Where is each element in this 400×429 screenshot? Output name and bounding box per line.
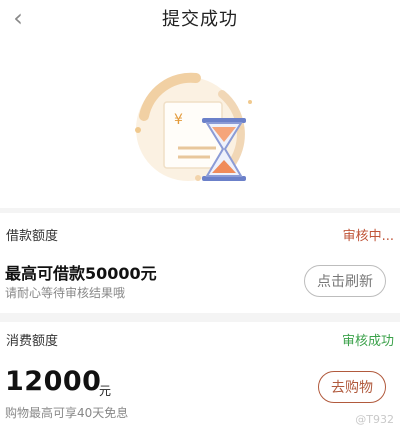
refresh-button[interactable]: 点击刷新 — [304, 265, 386, 297]
currency-symbol: ¥ — [174, 112, 183, 128]
nav-bar: ‹ 提交成功 — [0, 0, 400, 36]
loan-credit-label: 借款额度 — [6, 229, 59, 244]
loan-credit-card: 借款额度 审核中... 最高可借款50000元 请耐心等待审核结果哦 点击刷新 — [0, 213, 400, 313]
page-title: 提交成功 — [162, 9, 238, 30]
hourglass-document-illustration: ¥ — [135, 72, 252, 181]
loan-subtitle: 请耐心等待审核结果哦 — [5, 286, 126, 300]
hero-section: ¥ — [0, 36, 400, 208]
go-shopping-button[interactable]: 去购物 — [318, 371, 386, 403]
loan-headline: 最高可借款50000元 — [5, 264, 157, 283]
watermark: @T932 — [355, 413, 394, 426]
consume-credit-card: 消费额度 审核成功 12000 元 购物最高可享40天免息 去购物 @T932 — [0, 322, 400, 429]
consume-status-badge: 审核成功 — [341, 334, 394, 349]
consume-amount: 12000 — [5, 366, 102, 397]
loan-status-badge: 审核中... — [342, 229, 394, 244]
consume-credit-label: 消费额度 — [6, 334, 59, 349]
consume-amount-unit: 元 — [99, 384, 112, 398]
consume-subtitle: 购物最高可享40天免息 — [5, 406, 129, 420]
